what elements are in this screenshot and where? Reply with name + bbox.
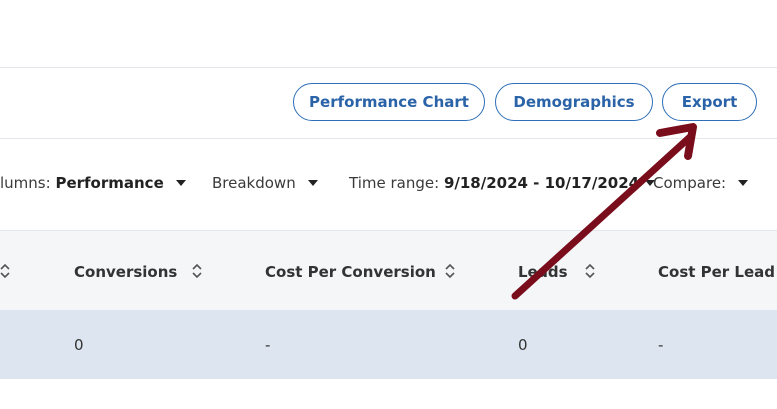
breakdown-dropdown[interactable]: Breakdown (212, 174, 318, 192)
sort-icon[interactable] (0, 261, 10, 281)
table-row[interactable]: 0 - 0 - (0, 310, 777, 379)
compare-dropdown[interactable]: Compare: (653, 174, 749, 192)
cell-conversions: 0 (74, 336, 84, 354)
column-header-leads[interactable]: Leads (518, 263, 568, 281)
cell-leads: 0 (518, 336, 528, 354)
time-range-value: 9/18/2024 - 10/17/2024 (443, 174, 640, 192)
export-button[interactable]: Export (662, 83, 757, 121)
cell-cost-per-lead: - (658, 336, 664, 354)
columns-value: Performance (55, 174, 164, 192)
demographics-button[interactable]: Demographics (495, 83, 653, 121)
performance-chart-button[interactable]: Performance Chart (293, 83, 485, 121)
compare-label: Compare: (653, 174, 727, 192)
chevron-down-icon (307, 180, 318, 186)
sort-icon[interactable] (445, 261, 455, 281)
sort-icon[interactable] (585, 261, 595, 281)
time-range-label: Time range: (349, 174, 440, 192)
chevron-down-icon (175, 180, 186, 186)
time-range-dropdown[interactable]: Time range: 9/18/2024 - 10/17/2024 (349, 174, 656, 192)
column-header-conversions[interactable]: Conversions (74, 263, 177, 281)
columns-dropdown[interactable]: lumns: Performance (0, 174, 186, 192)
top-divider (0, 67, 777, 68)
table-header: Conversions Cost Per Conversion Leads Co… (0, 230, 777, 310)
toolbar-divider (0, 138, 777, 139)
column-header-cost-per-conversion[interactable]: Cost Per Conversion (265, 263, 436, 281)
columns-label: lumns: (0, 174, 51, 192)
column-header-cost-per-lead[interactable]: Cost Per Lead (658, 263, 775, 281)
breakdown-label: Breakdown (212, 174, 296, 192)
sort-icon[interactable] (192, 261, 202, 281)
chevron-down-icon (738, 180, 749, 186)
cell-cost-per-conversion: - (265, 336, 271, 354)
